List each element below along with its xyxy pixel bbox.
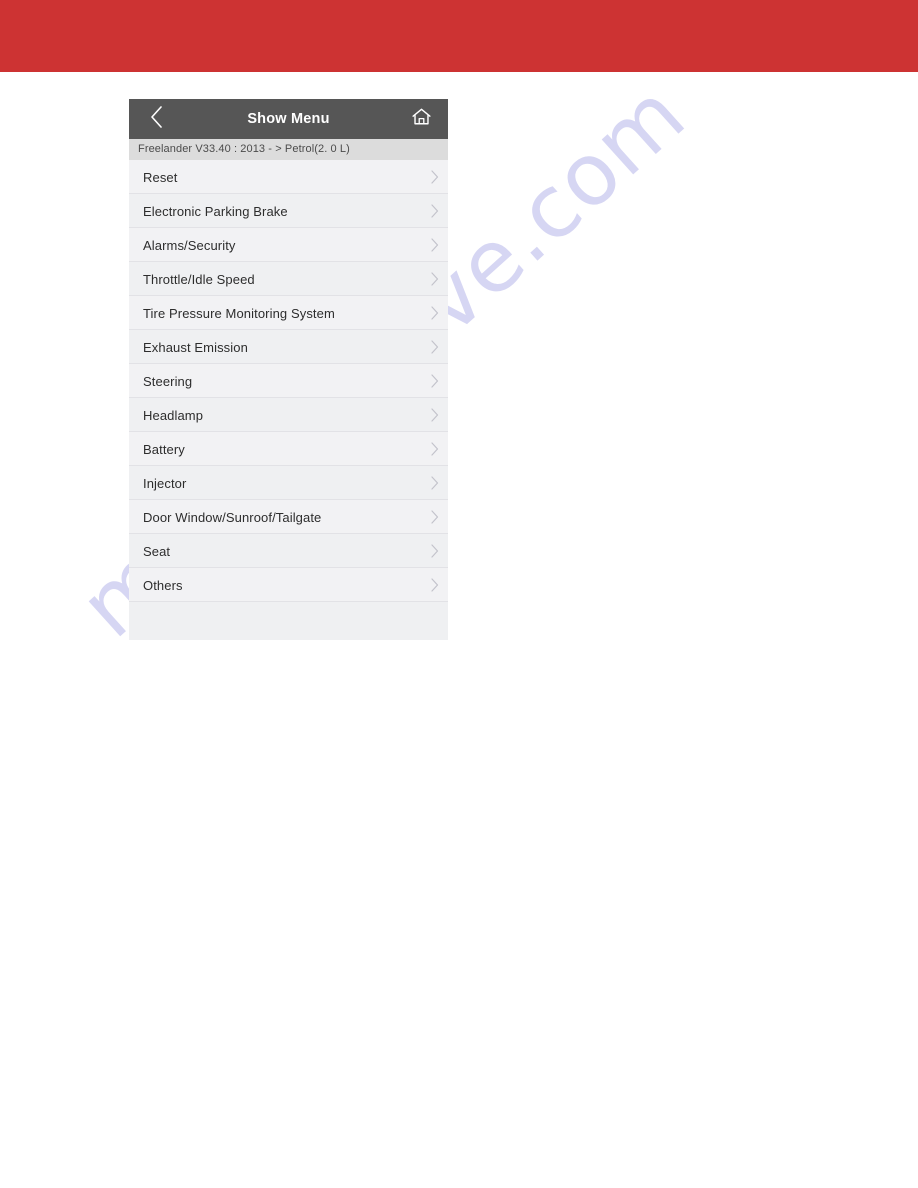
chevron-right-icon <box>422 442 448 456</box>
vehicle-info-text: Freelander V33.40 : 2013 - > Petrol(2. 0… <box>138 143 350 155</box>
menu-item-headlamp[interactable]: Headlamp <box>129 398 448 432</box>
menu-item-reset[interactable]: Reset <box>129 160 448 194</box>
menu-item-label: Steering <box>143 373 193 389</box>
chevron-right-icon <box>422 306 448 320</box>
chevron-right-icon <box>422 510 448 524</box>
menu-item-electronic-parking-brake[interactable]: Electronic Parking Brake <box>129 194 448 228</box>
chevron-right-icon <box>422 578 448 592</box>
menu-item-label: Electronic Parking Brake <box>143 203 288 219</box>
menu-item-label: Exhaust Emission <box>143 339 248 355</box>
menu-item-label: Tire Pressure Monitoring System <box>143 305 335 321</box>
menu-item-label: Door Window/Sunroof/Tailgate <box>143 509 322 525</box>
menu-item-door-window-sunroof-tailgate[interactable]: Door Window/Sunroof/Tailgate <box>129 500 448 534</box>
page-title: Show Menu <box>247 110 330 127</box>
menu-item-label: Reset <box>143 169 178 185</box>
chevron-right-icon <box>422 476 448 490</box>
chevron-left-icon <box>150 105 163 133</box>
menu-item-exhaust-emission[interactable]: Exhaust Emission <box>129 330 448 364</box>
home-button[interactable] <box>404 99 438 139</box>
chevron-right-icon <box>422 170 448 184</box>
chevron-right-icon <box>422 340 448 354</box>
menu-item-injector[interactable]: Injector <box>129 466 448 500</box>
menu-list: Reset Electronic Parking Brake Alarms/Se… <box>129 160 448 640</box>
menu-item-seat[interactable]: Seat <box>129 534 448 568</box>
chevron-right-icon <box>422 544 448 558</box>
nav-header: Show Menu <box>129 99 448 139</box>
chevron-right-icon <box>422 204 448 218</box>
menu-item-alarms-security[interactable]: Alarms/Security <box>129 228 448 262</box>
top-red-banner <box>0 0 918 72</box>
menu-list-filler-row <box>129 602 448 640</box>
chevron-right-icon <box>422 272 448 286</box>
menu-item-label: Headlamp <box>143 407 204 423</box>
menu-item-label: Alarms/Security <box>143 237 236 253</box>
menu-item-steering[interactable]: Steering <box>129 364 448 398</box>
menu-item-label: Seat <box>143 543 171 559</box>
menu-item-label: Injector <box>143 475 187 491</box>
chevron-right-icon <box>422 238 448 252</box>
menu-item-others[interactable]: Others <box>129 568 448 602</box>
menu-item-battery[interactable]: Battery <box>129 432 448 466</box>
menu-item-tire-pressure-monitoring-system[interactable]: Tire Pressure Monitoring System <box>129 296 448 330</box>
menu-item-label: Battery <box>143 441 185 457</box>
device-screen: Show Menu Freelander V33.40 : 2013 - > P… <box>129 99 448 640</box>
home-icon <box>411 107 432 132</box>
chevron-right-icon <box>422 374 448 388</box>
menu-item-throttle-idle-speed[interactable]: Throttle/Idle Speed <box>129 262 448 296</box>
vehicle-info-bar: Freelander V33.40 : 2013 - > Petrol(2. 0… <box>129 139 448 160</box>
menu-item-label: Others <box>143 577 183 593</box>
back-button[interactable] <box>139 99 173 139</box>
chevron-right-icon <box>422 408 448 422</box>
menu-item-label: Throttle/Idle Speed <box>143 271 255 287</box>
